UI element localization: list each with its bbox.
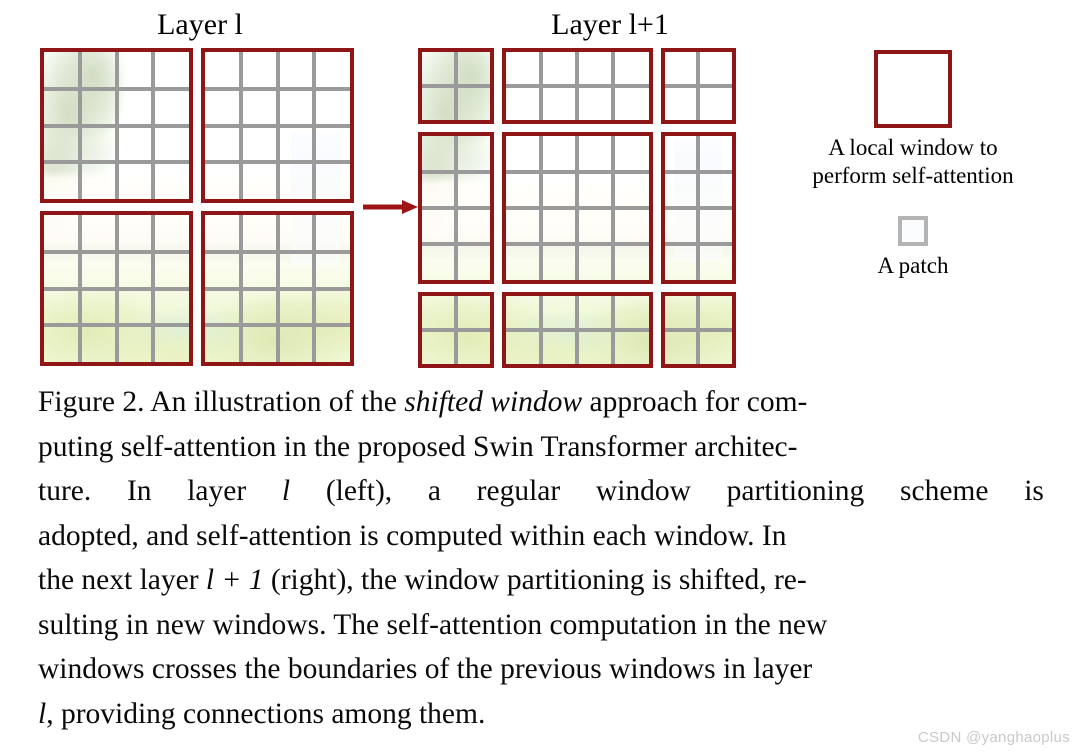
caption-l3-i: scheme bbox=[900, 475, 989, 507]
local-window-legend-line1: A local window to bbox=[828, 135, 998, 160]
castle-photo bbox=[664, 296, 732, 364]
layer-l-plus-1-title: Layer l+1 bbox=[551, 8, 669, 41]
caption-l8-math: l bbox=[38, 697, 47, 730]
attention-window bbox=[418, 132, 494, 284]
castle-photo bbox=[44, 215, 189, 362]
castle-photo bbox=[422, 296, 490, 364]
caption-line-6: sulting in new windows. The self-attenti… bbox=[38, 608, 828, 641]
watermark: CSDN @yanghaoplus bbox=[917, 729, 1070, 746]
caption-l3-j: is bbox=[1024, 475, 1044, 507]
caption-l1-a: Figure 2. An illustration of the bbox=[38, 386, 405, 418]
attention-window bbox=[660, 292, 736, 368]
castle-photo bbox=[505, 296, 649, 364]
caption-line-5: the next layer l + 1 (right), the window… bbox=[38, 558, 1044, 603]
local-window-swatch-icon bbox=[874, 50, 952, 128]
castle-photo bbox=[505, 136, 649, 280]
castle-photo bbox=[422, 52, 490, 120]
castle-photo bbox=[664, 136, 732, 280]
caption-l5-b: (right), the window partitioning is shif… bbox=[263, 564, 807, 596]
caption-line-1: Figure 2. An illustration of the shifted… bbox=[38, 380, 1044, 425]
layer-l-panel bbox=[40, 48, 354, 366]
castle-photo bbox=[664, 52, 732, 120]
caption-l5-math: l + 1 bbox=[205, 564, 264, 596]
caption-line-7: windows crosses the boundaries of the pr… bbox=[38, 653, 813, 685]
caption-l3-d: (left), bbox=[325, 475, 393, 507]
caption-line-8: l, providing connections among them. bbox=[38, 692, 1044, 737]
caption-l8-b: , providing connections among them. bbox=[46, 697, 486, 730]
castle-photo bbox=[422, 136, 490, 280]
attention-window bbox=[660, 132, 736, 284]
layer-l-plus-1-panel bbox=[418, 48, 736, 368]
caption-l1-italic: shifted window bbox=[404, 386, 583, 418]
local-window-legend-line2: perform self-attention bbox=[812, 163, 1014, 188]
patch-legend-label: A patch bbox=[877, 253, 949, 278]
caption-l1-b: approach for com- bbox=[582, 386, 808, 418]
caption-l3-e: a bbox=[427, 475, 441, 507]
attention-window bbox=[418, 48, 494, 124]
figure-caption: Figure 2. An illustration of the shifted… bbox=[38, 380, 1044, 736]
patch-swatch-icon bbox=[898, 216, 928, 246]
castle-photo bbox=[205, 52, 350, 199]
caption-l3-c: layer bbox=[187, 475, 247, 507]
attention-window bbox=[201, 211, 354, 366]
caption-line-4: adopted, and self-attention is computed … bbox=[38, 519, 787, 552]
caption-l3-b: In bbox=[126, 475, 152, 507]
castle-photo bbox=[44, 52, 189, 199]
caption-line-3: ture. In layer l (left), a regular windo… bbox=[38, 469, 1044, 514]
attention-window bbox=[501, 292, 653, 368]
castle-photo bbox=[505, 52, 649, 120]
figure-illustration: Layer l Layer l+1 A local window to perf… bbox=[0, 0, 1084, 378]
caption-l3-a: ture. bbox=[38, 475, 92, 507]
attention-window bbox=[501, 132, 653, 284]
layer-l-title: Layer l bbox=[157, 8, 243, 41]
local-window-legend-label: A local window to perform self-attention bbox=[763, 134, 1063, 190]
caption-l3-f: regular bbox=[476, 475, 561, 507]
attention-window bbox=[40, 48, 193, 203]
attention-window bbox=[501, 48, 653, 124]
caption-l3-math: l bbox=[281, 475, 291, 507]
caption-l5-a: the next layer bbox=[38, 564, 206, 596]
castle-photo bbox=[205, 215, 350, 362]
attention-window bbox=[418, 292, 494, 368]
caption-l3-h: partitioning bbox=[726, 475, 865, 507]
right-arrow-icon bbox=[362, 199, 418, 215]
caption-l3-g: window bbox=[595, 475, 691, 507]
legend: A local window to perform self-attention… bbox=[748, 44, 1078, 280]
attention-window bbox=[660, 48, 736, 124]
attention-window bbox=[40, 211, 193, 366]
attention-window bbox=[201, 48, 354, 203]
caption-line-2: puting self-attention in the proposed Sw… bbox=[38, 430, 798, 463]
